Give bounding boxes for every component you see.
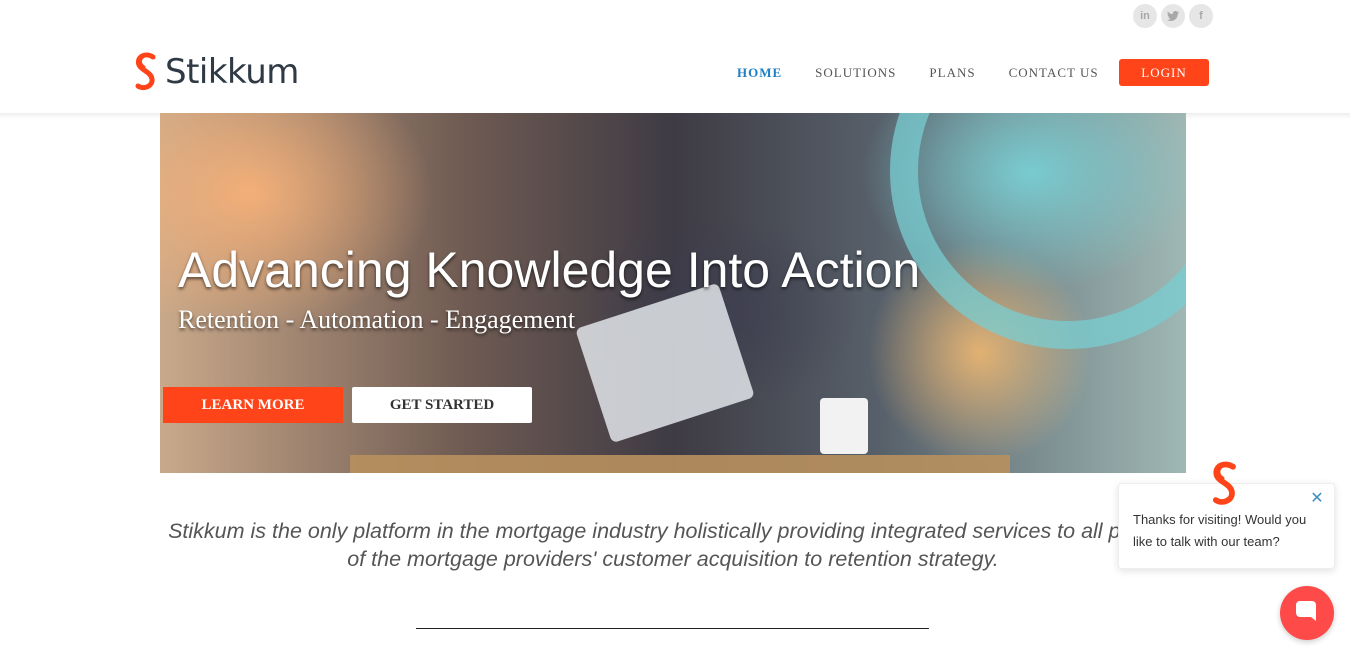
nav-contact-us[interactable]: CONTACT US	[1009, 59, 1099, 86]
tagline: Stikkum is the only platform in the mort…	[168, 519, 1178, 571]
nav-home[interactable]: HOME	[737, 59, 782, 86]
brand-logo[interactable]: Stikkum	[133, 52, 299, 92]
hero-title: Advancing Knowledge Into Action	[178, 242, 921, 298]
twitter-icon[interactable]	[1161, 4, 1185, 28]
learn-more-button[interactable]: LEARN MORE	[163, 387, 343, 423]
social-links: in f	[1133, 4, 1213, 28]
decorative-ring	[890, 113, 1186, 349]
chat-launcher-button[interactable]	[1280, 586, 1334, 640]
nav-plans[interactable]: PLANS	[929, 59, 975, 86]
hero-photo-mug	[820, 398, 868, 454]
get-started-button[interactable]: GET STARTED	[352, 387, 532, 423]
stikkum-logo-icon	[133, 52, 159, 92]
facebook-icon[interactable]: f	[1189, 4, 1213, 28]
hero-subtitle: Retention - Automation - Engagement	[178, 305, 576, 334]
hero-photo-laptop	[575, 282, 755, 444]
close-icon[interactable]: ✕	[1309, 490, 1325, 506]
chat-bubble-icon	[1294, 599, 1320, 628]
login-button[interactable]: LOGIN	[1119, 59, 1209, 86]
brand-name: Stikkum	[165, 52, 299, 92]
chat-avatar-icon	[1205, 459, 1245, 509]
hero-photo-table	[350, 455, 1010, 473]
chat-message: Thanks for visiting! Would you like to t…	[1133, 512, 1307, 549]
main-nav: HOME SOLUTIONS PLANS CONTACT US	[737, 59, 1132, 86]
hero-banner: Advancing Knowledge Into Action Retentio…	[160, 113, 1186, 473]
nav-solutions[interactable]: SOLUTIONS	[815, 59, 896, 86]
linkedin-icon[interactable]: in	[1133, 4, 1157, 28]
section-divider	[416, 628, 929, 629]
